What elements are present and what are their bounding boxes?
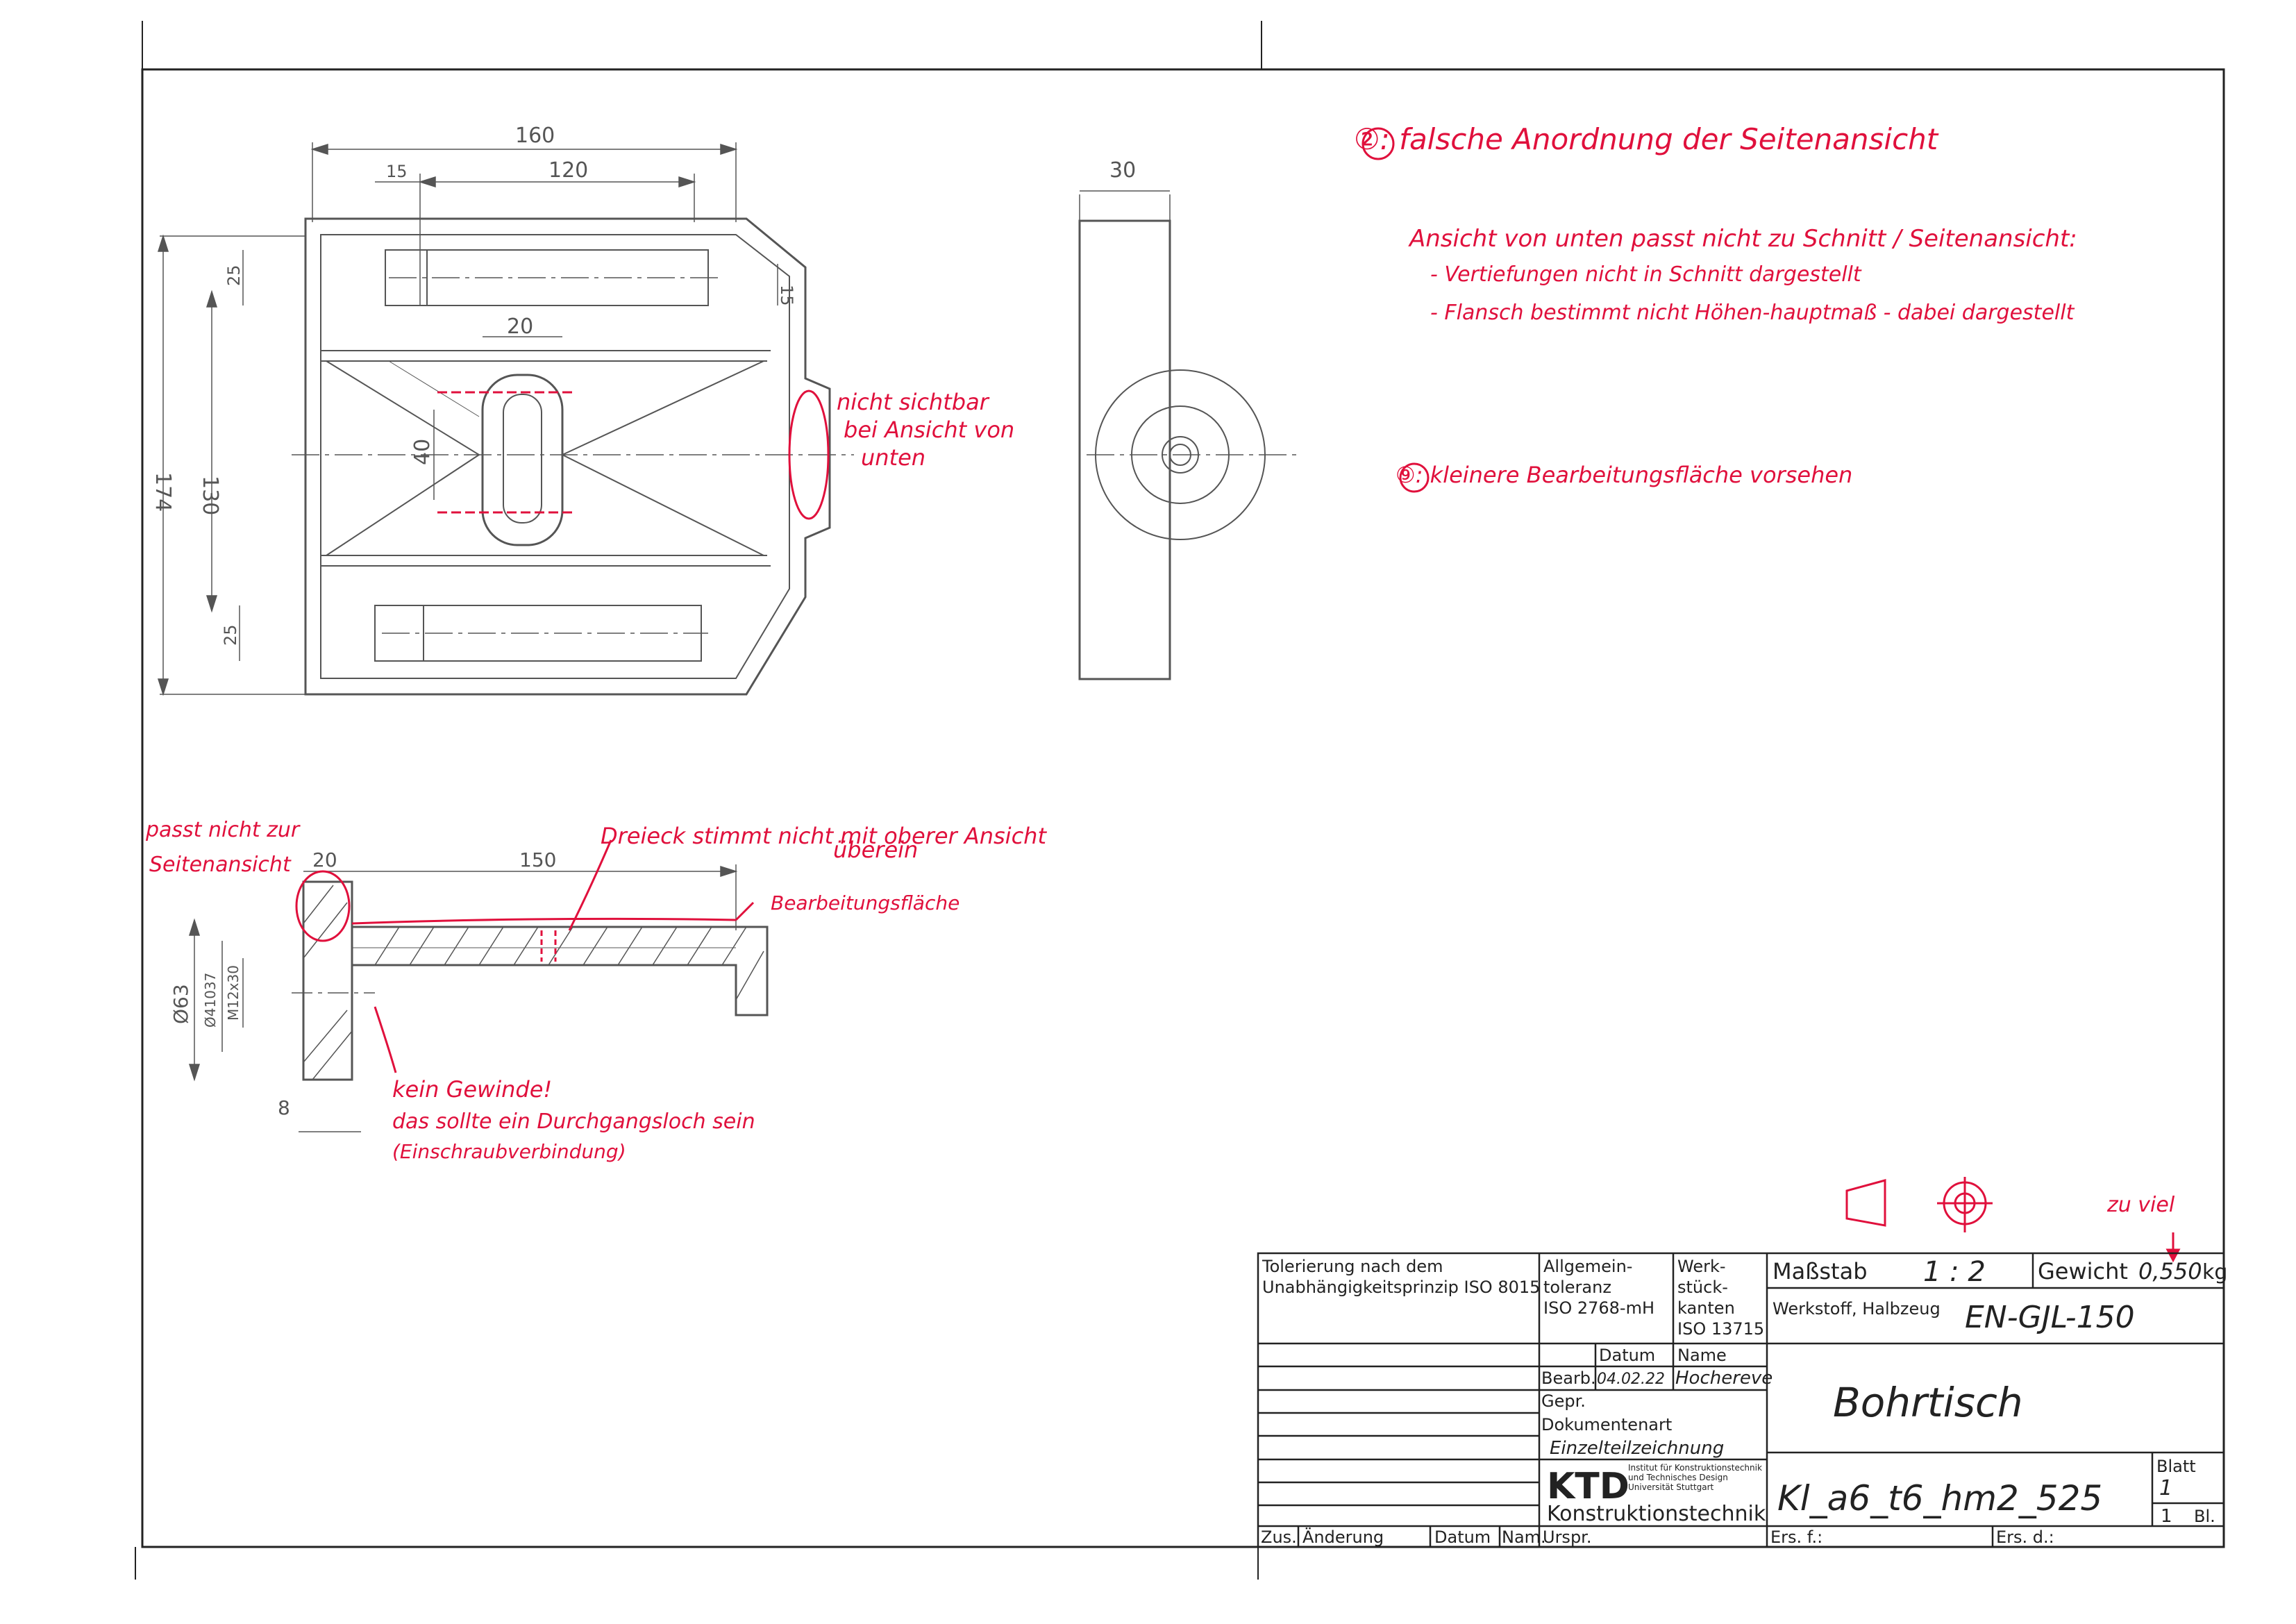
zu-viel-note: zu viel: [2106, 1193, 2175, 1217]
triangle-note-2: überein: [833, 837, 918, 863]
material-value: EN-GJL-150: [1965, 1300, 2135, 1335]
thread-note-3: (Einschraubverbindung): [392, 1140, 626, 1163]
note-2: ②: falsche Anordnung der Seitenansicht: [1354, 122, 1939, 156]
dim-inner-length: 120: [548, 158, 588, 183]
section-view: [292, 880, 769, 1081]
thread-note-2: das sollte ein Durchgangsloch sein: [392, 1110, 755, 1134]
gepr-label: Gepr.: [1541, 1391, 1586, 1411]
note-9: ⑨: kleinere Bearbeitungsfläche vorsehen: [1396, 462, 1852, 488]
sheet-frame: [135, 21, 2225, 1580]
bottom-view: [292, 217, 854, 696]
note-view: Ansicht von unten passt nicht zu Schnitt…: [1408, 225, 2077, 253]
name-header: Name: [1677, 1346, 1727, 1365]
scale-value: 1 : 2: [1923, 1256, 1986, 1288]
dim-rib-height-bottom: 25: [221, 624, 240, 646]
dim-slot-width: 20: [507, 315, 533, 339]
material-label: Werkstoff, Halbzeug: [1773, 1299, 1941, 1319]
doc-type-label: Dokumentenart: [1541, 1415, 1672, 1434]
edges-2: stück-: [1677, 1278, 1728, 1297]
note-view-bullet-2: - Flansch bestimmt nicht Höhen-hauptmaß …: [1430, 301, 2075, 325]
bottom-view-dimensions: [157, 142, 778, 696]
zus: Zus.: [1261, 1527, 1297, 1547]
tolerance-principle-1: Tolerierung nach dem: [1262, 1257, 1443, 1276]
urspr: Urspr.: [1543, 1527, 1591, 1547]
ers-d: Ers. d.:: [1996, 1527, 2054, 1547]
dim-rib-height: 25: [224, 265, 244, 286]
date-header: Datum: [1599, 1346, 1655, 1365]
dim-side-width: 30: [1109, 158, 1136, 183]
drawing-number: Kl_a6_t6_hm2_525: [1777, 1478, 2102, 1518]
bearb-date: 04.02.22: [1597, 1371, 1665, 1388]
dim-length: 150: [519, 848, 556, 871]
dim-bore: M12x30: [225, 965, 242, 1021]
ers-f: Ers. f.:: [1770, 1527, 1822, 1547]
institute-2: und Technisches Design: [1628, 1473, 1728, 1482]
not-visible-1: nicht sichtbar: [837, 389, 990, 415]
bearb-name: Hochereve: [1675, 1368, 1773, 1389]
edges-3: kanten: [1677, 1298, 1735, 1318]
bearb-label: Bearb.: [1541, 1368, 1596, 1388]
dim-overall-width: 160: [515, 124, 555, 148]
tolerance-principle-2: Unabhängigkeitsprinzip ISO 8015: [1262, 1278, 1540, 1297]
dim-thickness: 8: [278, 1096, 290, 1119]
sheets-unit: Bl.: [2194, 1507, 2215, 1526]
sheet-label: Blatt: [2156, 1457, 2196, 1476]
institute-3: Universität Stuttgart: [1628, 1482, 1714, 1492]
dim-inner-height: 130: [198, 476, 222, 515]
dim-flange-thickness: 15: [386, 162, 408, 181]
dim-overall-height: 174: [151, 472, 175, 512]
bottom-view-dim-labels: 160 15 120 20 25 25 15 40 174 130: [151, 124, 796, 646]
weight-value: 0,550: [2138, 1258, 2202, 1284]
nam: Nam.: [1502, 1527, 1546, 1547]
edges-4: ISO 13715: [1677, 1319, 1764, 1339]
dept: Konstruktionstechnik: [1547, 1502, 1766, 1526]
not-visible-3: unten: [861, 444, 925, 471]
not-visible-2: bei Ansicht von: [844, 417, 1014, 443]
thread-note-1: kein Gewinde!: [392, 1076, 552, 1103]
datum: Datum: [1434, 1527, 1491, 1547]
sheet-value: 1: [2159, 1476, 2172, 1500]
side-mismatch-1: passt nicht zur: [145, 818, 301, 842]
dim-pcd: Ø41037: [202, 973, 219, 1028]
dim-web-thickness: 15: [777, 285, 796, 306]
weight-unit: kg: [2202, 1260, 2227, 1284]
edges-1: Werk-: [1677, 1257, 1726, 1276]
general-tol-2: toleranz: [1543, 1278, 1611, 1297]
dim-outer-dia: Ø63: [169, 984, 192, 1024]
title-block-text: Tolerierung nach dem Unabhängigkeitsprin…: [1261, 1256, 2227, 1547]
aenderung: Änderung: [1302, 1527, 1384, 1547]
dim-flange: 20: [312, 848, 337, 871]
triangle-note-1: Dreieck stimmt nicht mit oberer Ansicht: [601, 823, 1047, 849]
note-view-bullet-1: - Vertiefungen nicht in Schnitt dargeste…: [1430, 262, 1862, 287]
logo-ktd: KTD: [1547, 1466, 1629, 1507]
general-tol-3: ISO 2768-mH: [1543, 1298, 1654, 1318]
red-notes: ②: falsche Anordnung der Seitenansicht A…: [145, 122, 2175, 1217]
technical-drawing-sheet: 160 15 120 20 25 25 15 40 174 130 30 20 …: [135, 21, 2227, 1580]
general-tol-1: Allgemein-: [1543, 1257, 1632, 1276]
institute-1: Institut für Konstruktionstechnik: [1628, 1463, 1762, 1473]
surface-note: Bearbeitungsfläche: [771, 891, 960, 914]
sheets-value: 1: [2161, 1506, 2172, 1527]
dim-slot-length: 40: [410, 439, 435, 465]
weight-label: Gewicht: [2038, 1258, 2128, 1284]
scale-label: Maßstab: [1773, 1258, 1868, 1284]
drawing-title: Bohrtisch: [1833, 1379, 2023, 1426]
side-mismatch-2: Seitenansicht: [149, 853, 292, 877]
doc-type-value: Einzelteilzeichnung: [1550, 1438, 1724, 1459]
side-view: [1078, 190, 1298, 680]
